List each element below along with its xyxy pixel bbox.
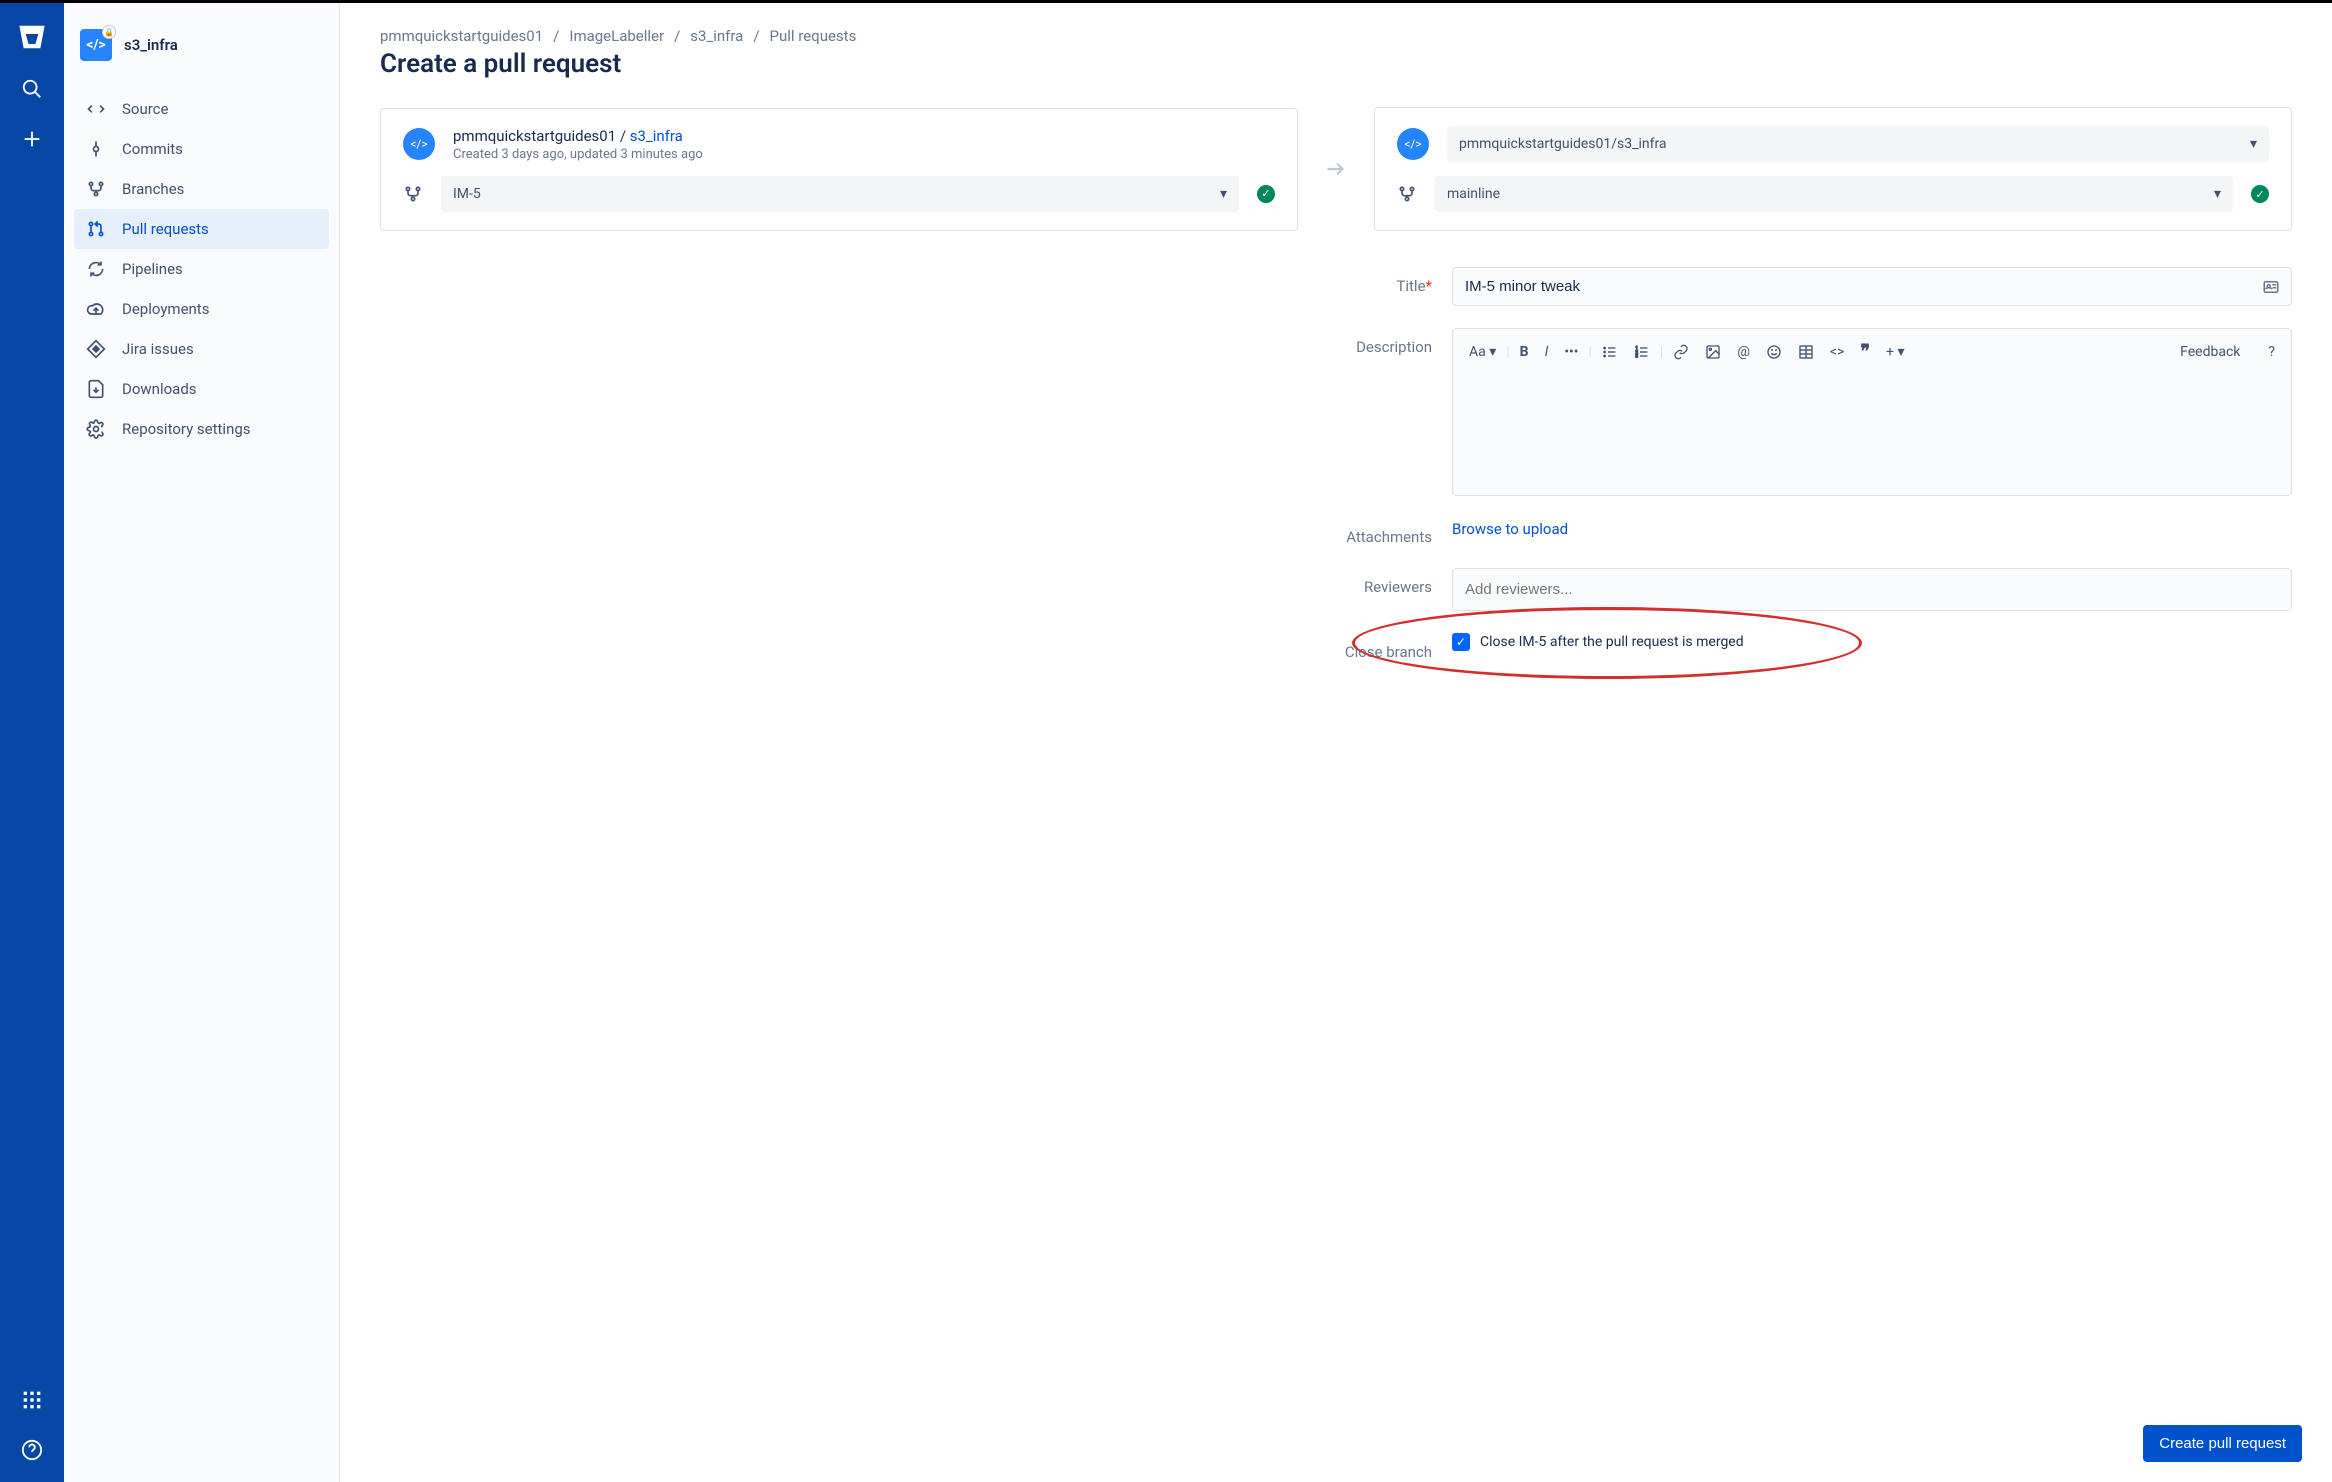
breadcrumb-item[interactable]: pmmquickstartguides01 [380,27,543,45]
italic-icon[interactable]: I [1543,342,1551,362]
sidebar-item-source[interactable]: Source [74,89,329,129]
contact-card-icon[interactable] [2262,278,2280,296]
bold-icon[interactable]: B [1518,342,1531,362]
code-icon: </> [403,128,435,160]
gear-icon [86,419,106,439]
build-success-icon: ✓ [1257,185,1275,203]
arrow-right-icon [1322,156,1350,182]
dest-branch-select[interactable]: mainline ▾ [1435,176,2233,212]
sidebar-item-pipelines[interactable]: Pipelines [74,249,329,289]
add-more-icon[interactable]: + ▾ [1884,342,1906,362]
description-label: Description [1292,328,1432,356]
sidebar-item-label: Jira issues [122,340,194,358]
breadcrumb: pmmquickstartguides01/ ImageLabeller/ s3… [380,27,2292,45]
close-branch-checkbox[interactable]: ✓ [1452,633,1470,651]
sidebar-item-label: Source [122,100,168,118]
breadcrumb-item[interactable]: s3_infra [690,27,743,45]
close-branch-label: Close branch [1292,633,1432,661]
global-nav-rail [0,3,64,1482]
code-icon[interactable]: <> [1828,342,1846,362]
chevron-down-icon: ▾ [1220,186,1227,202]
branch-icon [1397,184,1417,204]
numbered-list-icon[interactable]: 123 [1632,342,1652,362]
description-textarea[interactable] [1453,375,2291,495]
branch-icon [86,179,106,199]
table-icon[interactable] [1796,342,1816,362]
page-title: Create a pull request [380,49,2292,79]
breadcrumb-item[interactable]: ImageLabeller [569,27,664,45]
sidebar-item-settings[interactable]: Repository settings [74,409,329,449]
jira-icon [86,339,106,359]
download-icon [86,379,106,399]
repo-name[interactable]: s3_infra [124,36,178,54]
branch-icon [403,184,423,204]
code-icon: </> [1397,128,1429,160]
sidebar-item-downloads[interactable]: Downloads [74,369,329,409]
sidebar-item-label: Pipelines [122,260,183,278]
source-repo-meta: Created 3 days ago, updated 3 minutes ag… [453,147,703,162]
commit-icon [86,139,106,159]
sidebar-item-label: Deployments [122,300,209,318]
source-repo-link[interactable]: pmmquickstartguides01 / s3_infra [453,127,703,145]
bitbucket-logo[interactable] [18,23,46,51]
more-formatting-icon[interactable]: ••• [1562,342,1580,362]
sidebar-item-label: Commits [122,140,183,158]
lock-icon: 🔒 [102,25,116,39]
cloud-upload-icon [86,299,106,319]
reviewers-label: Reviewers [1292,568,1432,596]
image-icon[interactable] [1703,342,1723,362]
source-branch-select[interactable]: IM-5 ▾ [441,176,1239,212]
dest-branch-box: </> pmmquickstartguides01/s3_infra ▾ mai… [1374,107,2292,231]
svg-text:3: 3 [1635,353,1638,359]
bullet-list-icon[interactable] [1600,342,1620,362]
link-icon[interactable] [1671,342,1691,362]
repo-sidebar: </>🔒 s3_infra Source Commits Branches Pu… [64,3,340,1482]
sidebar-item-commits[interactable]: Commits [74,129,329,169]
emoji-icon[interactable] [1764,342,1784,362]
help-icon[interactable] [20,1438,44,1462]
search-icon[interactable] [20,77,44,101]
browse-upload-link[interactable]: Browse to upload [1452,518,1568,538]
sidebar-item-jira-issues[interactable]: Jira issues [74,329,329,369]
sidebar-item-pull-requests[interactable]: Pull requests [74,209,329,249]
pull-request-icon [86,219,106,239]
feedback-link[interactable]: Feedback [2178,342,2242,362]
sidebar-item-label: Repository settings [122,420,251,438]
app-switcher-icon[interactable] [20,1388,44,1412]
description-editor[interactable]: Aa ▾ | B I ••• | 123 [1452,328,2292,496]
reviewers-input[interactable] [1452,568,2292,611]
code-icon [86,99,106,119]
attachments-label: Attachments [1292,518,1432,546]
mention-icon[interactable]: @ [1735,342,1752,362]
pipelines-icon [86,259,106,279]
help-icon[interactable]: ? [2266,342,2277,362]
source-branch-box: </> pmmquickstartguides01 / s3_infra Cre… [380,108,1298,231]
main-content: pmmquickstartguides01/ ImageLabeller/ s3… [340,3,2332,1482]
title-input[interactable] [1452,267,2292,306]
chevron-down-icon: ▾ [2214,186,2221,202]
quote-icon[interactable]: ❞ [1858,339,1872,364]
chevron-down-icon: ▾ [2250,136,2257,152]
sidebar-item-label: Downloads [122,380,197,398]
create-pull-request-button[interactable]: Create pull request [2143,1425,2302,1462]
sidebar-item-deployments[interactable]: Deployments [74,289,329,329]
sidebar-item-label: Pull requests [122,220,209,238]
repo-avatar: </>🔒 [80,29,112,61]
sidebar-item-branches[interactable]: Branches [74,169,329,209]
sidebar-item-label: Branches [122,180,184,198]
title-label: Title* [1292,267,1432,295]
breadcrumb-item[interactable]: Pull requests [770,27,857,45]
text-style-button[interactable]: Aa ▾ [1467,342,1498,362]
build-success-icon: ✓ [2251,185,2269,203]
create-icon[interactable] [20,127,44,151]
close-branch-text: Close IM-5 after the pull request is mer… [1480,634,1744,650]
dest-repo-select[interactable]: pmmquickstartguides01/s3_infra ▾ [1447,126,2269,162]
